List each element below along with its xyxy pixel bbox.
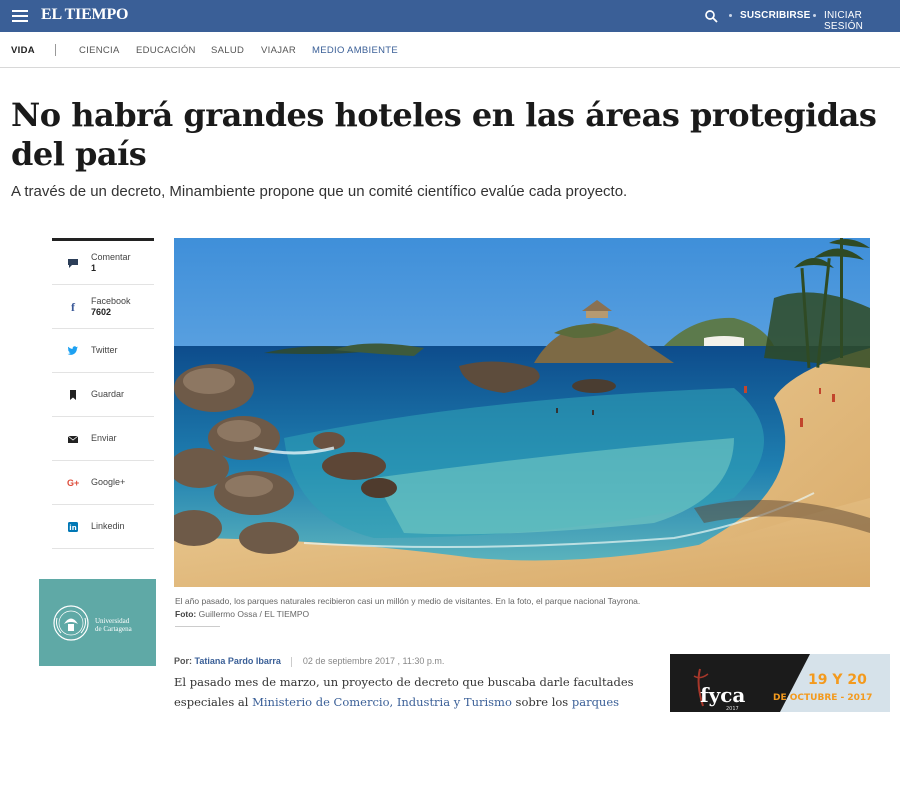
svg-text:in: in bbox=[69, 524, 76, 532]
article-body: El pasado mes de marzo, un proyecto de d… bbox=[174, 672, 644, 712]
article-lead: A través de un decreto, Minambiente prop… bbox=[11, 183, 628, 200]
share-email[interactable]: Enviar bbox=[52, 417, 154, 461]
share-toolbar: Comentar 1 f Facebook 7602 Twitter Guardar… bbox=[52, 238, 154, 549]
ad-banner-image: fyca 2017 19 Y 20 DE OCTUBRE - 2017 bbox=[670, 654, 890, 712]
nav-item-ciencia[interactable]: CIENCIA bbox=[79, 45, 120, 56]
share-facebook[interactable]: f Facebook 7602 bbox=[52, 285, 154, 329]
section-nav: VIDA CIENCIA EDUCACIÓN SALUD VIAJAR MEDI… bbox=[0, 32, 900, 68]
section-title[interactable]: VIDA bbox=[11, 45, 35, 56]
linkedin-icon: in bbox=[68, 522, 78, 532]
share-label: Google+ bbox=[91, 477, 126, 487]
byline: Por: Tatiana Pardo Ibarra 02 de septiemb… bbox=[174, 656, 444, 667]
ministry-link[interactable]: Ministerio de Comercio, Industria y Turi… bbox=[252, 695, 512, 709]
nav-item-medio-ambiente[interactable]: MEDIO AMBIENTE bbox=[312, 45, 398, 56]
beach-photo-image bbox=[174, 238, 870, 587]
nav-divider bbox=[55, 44, 56, 56]
share-twitter[interactable]: Twitter bbox=[52, 329, 154, 373]
search-icon[interactable] bbox=[704, 9, 718, 23]
photo-caption: El año pasado, los parques naturales rec… bbox=[175, 595, 875, 621]
share-label: Facebook bbox=[91, 296, 131, 306]
caption-divider bbox=[175, 626, 220, 627]
facebook-icon: f bbox=[71, 300, 75, 314]
bookmark-icon bbox=[70, 390, 76, 400]
university-promo[interactable]: Universidad de Cartagena bbox=[39, 579, 156, 666]
comment-count: 1 bbox=[91, 263, 97, 273]
ad-brand: fyca bbox=[700, 683, 745, 707]
parques-link[interactable]: parques bbox=[572, 695, 619, 709]
article-headline: No habrá grandes hoteles en las áreas pr… bbox=[11, 96, 877, 173]
google-plus-icon: G+ bbox=[67, 478, 80, 488]
twitter-icon bbox=[67, 346, 78, 355]
share-save[interactable]: Guardar bbox=[52, 373, 154, 417]
author-link[interactable]: Tatiana Pardo Ibarra bbox=[195, 656, 281, 666]
share-google-plus[interactable]: G+ Google+ bbox=[52, 461, 154, 505]
hamburger-menu-icon[interactable] bbox=[12, 10, 28, 22]
byline-label: Por: bbox=[174, 656, 192, 666]
nav-item-educacion[interactable]: EDUCACIÓN bbox=[136, 45, 196, 56]
share-label: Linkedin bbox=[91, 521, 125, 531]
ad-banner[interactable]: fyca 2017 19 Y 20 DE OCTUBRE - 2017 bbox=[670, 654, 890, 712]
facebook-count: 7602 bbox=[91, 307, 112, 317]
site-logo[interactable]: EL TIEMPO bbox=[41, 6, 128, 24]
share-comment[interactable]: Comentar 1 bbox=[52, 241, 154, 285]
photo-credit-label: Foto: bbox=[175, 609, 197, 619]
share-linkedin[interactable]: in Linkedin bbox=[52, 505, 154, 549]
share-label: Comentar bbox=[91, 252, 131, 262]
caption-text: El año pasado, los parques naturales rec… bbox=[175, 596, 641, 606]
top-bar: EL TIEMPO SUSCRIBIRSE INICIAR SESIÓN bbox=[0, 0, 900, 32]
nav-item-viajar[interactable]: VIAJAR bbox=[261, 45, 296, 56]
photo-credit: Guillermo Ossa / EL TIEMPO bbox=[198, 609, 310, 619]
separator-dot bbox=[729, 14, 732, 17]
university-seal-icon bbox=[53, 605, 89, 641]
nav-item-salud[interactable]: SALUD bbox=[211, 45, 244, 56]
share-label: Guardar bbox=[91, 389, 125, 399]
separator-dot bbox=[813, 14, 816, 17]
ad-date-big: 19 Y 20 bbox=[808, 672, 867, 688]
share-label: Enviar bbox=[91, 433, 117, 443]
login-link[interactable]: INICIAR SESIÓN bbox=[824, 10, 900, 32]
byline-separator bbox=[291, 656, 293, 667]
subscribe-link[interactable]: SUSCRIBIRSE bbox=[740, 10, 811, 21]
article-photo[interactable] bbox=[174, 238, 870, 587]
university-name: Universidad de Cartagena bbox=[95, 617, 132, 633]
university-name-line2: de Cartagena bbox=[95, 625, 132, 633]
comment-icon bbox=[68, 259, 78, 268]
university-name-line1: Universidad bbox=[95, 617, 130, 625]
share-label: Twitter bbox=[91, 345, 118, 355]
ad-year: 2017 bbox=[726, 706, 739, 712]
mail-icon bbox=[67, 435, 79, 443]
body-text-2: sobre los bbox=[511, 695, 572, 709]
ad-date-small: DE OCTUBRE - 2017 bbox=[773, 693, 872, 703]
publish-date: 02 de septiembre 2017 , 11:30 p.m. bbox=[302, 656, 445, 666]
